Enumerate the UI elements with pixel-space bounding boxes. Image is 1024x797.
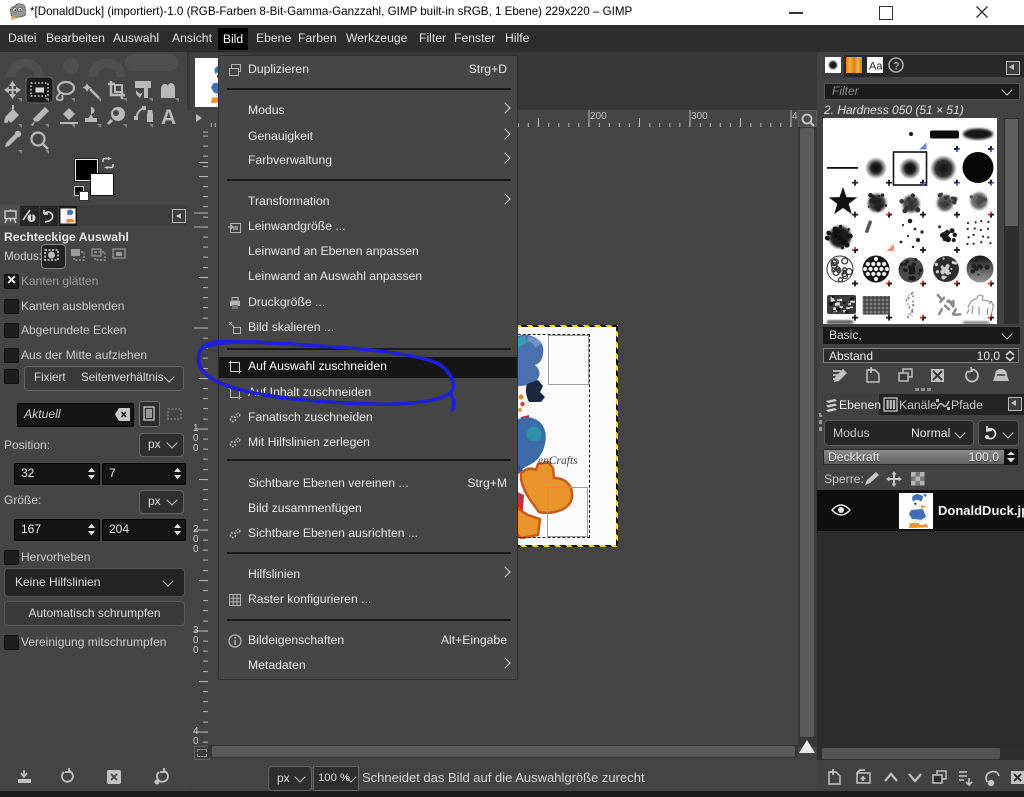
- svg-text:?: ?: [893, 61, 900, 73]
- svg-text:Aa: Aa: [869, 61, 883, 73]
- svg-text:A: A: [161, 106, 176, 129]
